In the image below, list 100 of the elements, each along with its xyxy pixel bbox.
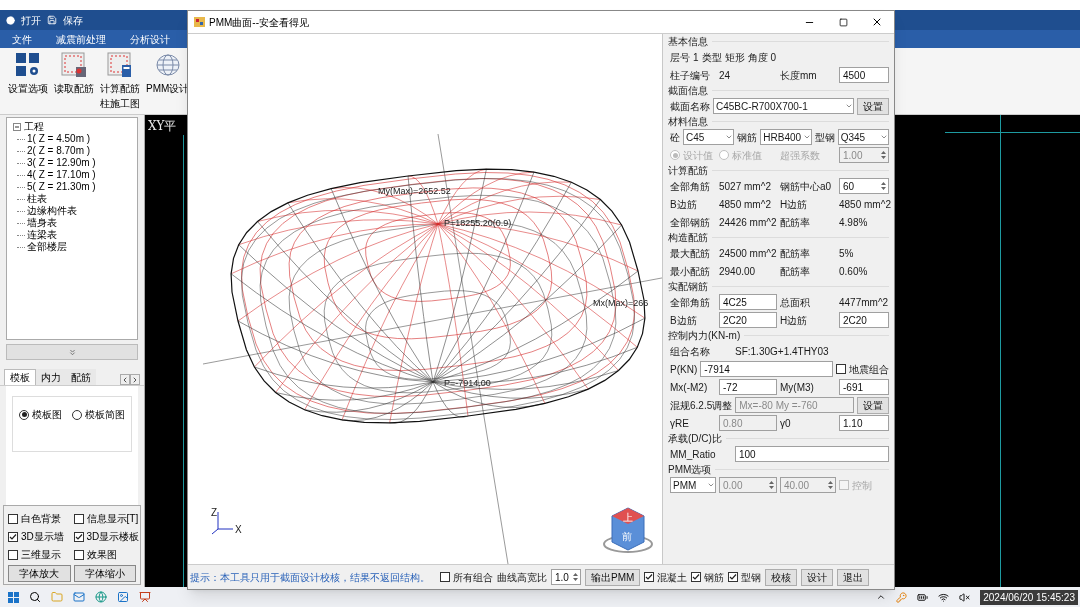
font-size-button[interactable]: 字体放大 (8, 565, 71, 582)
dialog-button[interactable]: 输出PMM (585, 568, 641, 586)
checkbox-label[interactable]: 三维显示 (8, 547, 71, 562)
checkbox[interactable] (73, 549, 84, 560)
toolbar-button-label[interactable]: 读取配筋 (54, 81, 94, 96)
field-label: 超强系数 (780, 148, 821, 163)
checkbox-label[interactable]: 白色背景 (8, 511, 71, 526)
mail-icon[interactable] (73, 591, 85, 603)
dialog-button[interactable]: 退出 (837, 568, 870, 586)
section-title: 基本信息 (668, 35, 708, 49)
dialog-button[interactable]: 设置 (857, 97, 889, 115)
toolbar-button-label[interactable]: 计算配筋 (100, 81, 140, 96)
radio-button[interactable] (72, 409, 82, 420)
checkbox-label[interactable]: 地震组合 (836, 361, 889, 377)
checkbox-label[interactable]: 3D显示墙 (8, 529, 71, 544)
toolbar-button-label[interactable]: 柱施工图 (100, 96, 140, 111)
search-icon[interactable] (29, 591, 41, 603)
chevron-up-icon[interactable] (876, 592, 887, 602)
browser-icon[interactable] (95, 591, 107, 603)
font-size-button[interactable]: 字体缩小 (73, 565, 136, 582)
dropdown[interactable]: PMM (670, 477, 716, 493)
presentation-icon[interactable] (139, 591, 151, 603)
quick-access-item[interactable]: 打开 (21, 12, 41, 28)
input-field[interactable]: -691 (839, 379, 889, 395)
view-cube-icon (603, 507, 653, 553)
checkbox[interactable] (73, 513, 84, 524)
tab[interactable]: 配筋 (66, 369, 96, 386)
section-title: 控制内力(KN-m) (668, 329, 741, 343)
radio-option[interactable]: 模板图 (19, 407, 62, 423)
clock[interactable]: 2024/06/20 15:45:23 (980, 589, 1078, 605)
input-field[interactable]: 4C25 (719, 294, 777, 310)
checkbox[interactable] (8, 513, 18, 524)
checkbox-label[interactable]: 混凝土 (644, 569, 688, 585)
tree-item[interactable]: 全部楼层 (27, 242, 67, 252)
field-label: 混规6.2.5调整 (670, 398, 733, 413)
dropdown[interactable]: C45 (683, 129, 735, 145)
checkbox-label[interactable]: 所有组合 (440, 569, 493, 585)
checkbox[interactable] (644, 572, 655, 582)
collapse-icon[interactable] (13, 122, 21, 131)
tab-scroll-left[interactable] (120, 374, 130, 386)
checkbox[interactable] (8, 549, 18, 560)
windows-logo-icon[interactable] (8, 591, 19, 603)
open-icon[interactable] (6, 15, 15, 25)
dropdown[interactable]: HRB400 (760, 129, 812, 145)
menu-item[interactable]: 文件 (12, 31, 32, 47)
dropdown[interactable]: Q345 (837, 129, 889, 145)
field-value: 1 (693, 50, 699, 65)
radio-option[interactable]: 模板简图 (72, 407, 125, 423)
radio-button[interactable] (19, 409, 29, 420)
tree-item[interactable]: 工程 (24, 119, 44, 134)
input-field[interactable]: 2C20 (839, 312, 889, 328)
checkbox[interactable] (836, 364, 846, 374)
checkbox-label[interactable]: 效果图 (73, 547, 136, 562)
dialog-button[interactable]: 设置 (857, 396, 889, 414)
input-field[interactable]: 2C20 (719, 312, 777, 328)
quick-access-item[interactable]: 保存 (63, 12, 83, 28)
toolbar-button-label[interactable]: 设置选项 (8, 81, 48, 96)
input-field[interactable]: 4500 (839, 67, 889, 83)
checkbox[interactable] (440, 572, 450, 582)
input-field[interactable]: -7914 (700, 361, 833, 377)
wifi-icon[interactable] (938, 591, 950, 603)
menu-item[interactable]: 减震前处理 (56, 31, 106, 47)
battery-icon[interactable] (917, 591, 929, 603)
field-label: P(KN) (670, 362, 698, 377)
tree-item[interactable]: 5( Z = 21.30m ) (27, 182, 96, 192)
tree-item[interactable]: 3( Z = 12.90m ) (27, 158, 96, 168)
checkbox-text: 3D显示楼板 (86, 530, 140, 544)
checkbox[interactable] (73, 531, 84, 542)
spin-box[interactable]: 60 (839, 178, 889, 194)
menu-item[interactable]: 分析设计 (130, 31, 170, 47)
checkbox-label[interactable]: 钢筋 (691, 569, 725, 585)
image-icon[interactable] (117, 591, 129, 603)
checkbox[interactable] (728, 572, 739, 582)
input-field[interactable]: 1.10 (839, 415, 889, 431)
spin-box[interactable]: 1.0 (551, 569, 581, 585)
tree-item[interactable]: 墙身表 (27, 218, 57, 228)
dropdown[interactable]: C45BC-R700X700-1 (713, 98, 854, 114)
input-field[interactable]: -72 (719, 379, 777, 395)
tree-item[interactable]: 连梁表 (27, 230, 57, 240)
tree-item[interactable]: 1( Z = 4.50m ) (27, 134, 91, 144)
input-field[interactable]: 100 (735, 446, 889, 462)
save-icon[interactable] (47, 15, 57, 25)
checkbox-label[interactable]: 型钢 (728, 569, 762, 585)
dialog-button[interactable]: 设计 (801, 568, 834, 586)
chevron-down-icon (707, 481, 715, 489)
dialog-button[interactable]: 校核 (765, 568, 798, 586)
tree-item[interactable]: 4( Z = 17.10m ) (27, 170, 96, 180)
tree-item[interactable]: 边缘构件表 (27, 206, 77, 216)
checkbox[interactable] (691, 572, 702, 582)
spin-arrows-icon (572, 572, 579, 582)
tab-scroll-right[interactable] (130, 374, 140, 386)
field-label: 全部角筋 (670, 179, 711, 194)
section-title: 构造配筋 (668, 231, 708, 245)
checkbox[interactable] (8, 531, 18, 542)
tab[interactable]: 内力 (36, 369, 66, 386)
mute-icon[interactable] (959, 591, 971, 603)
tab[interactable]: 模板 (4, 369, 36, 386)
checkbox-label[interactable]: 信息显示[T] (73, 511, 136, 526)
tree-item[interactable]: 2( Z = 8.70m ) (27, 146, 91, 156)
tree-item[interactable]: 柱表 (27, 194, 47, 204)
